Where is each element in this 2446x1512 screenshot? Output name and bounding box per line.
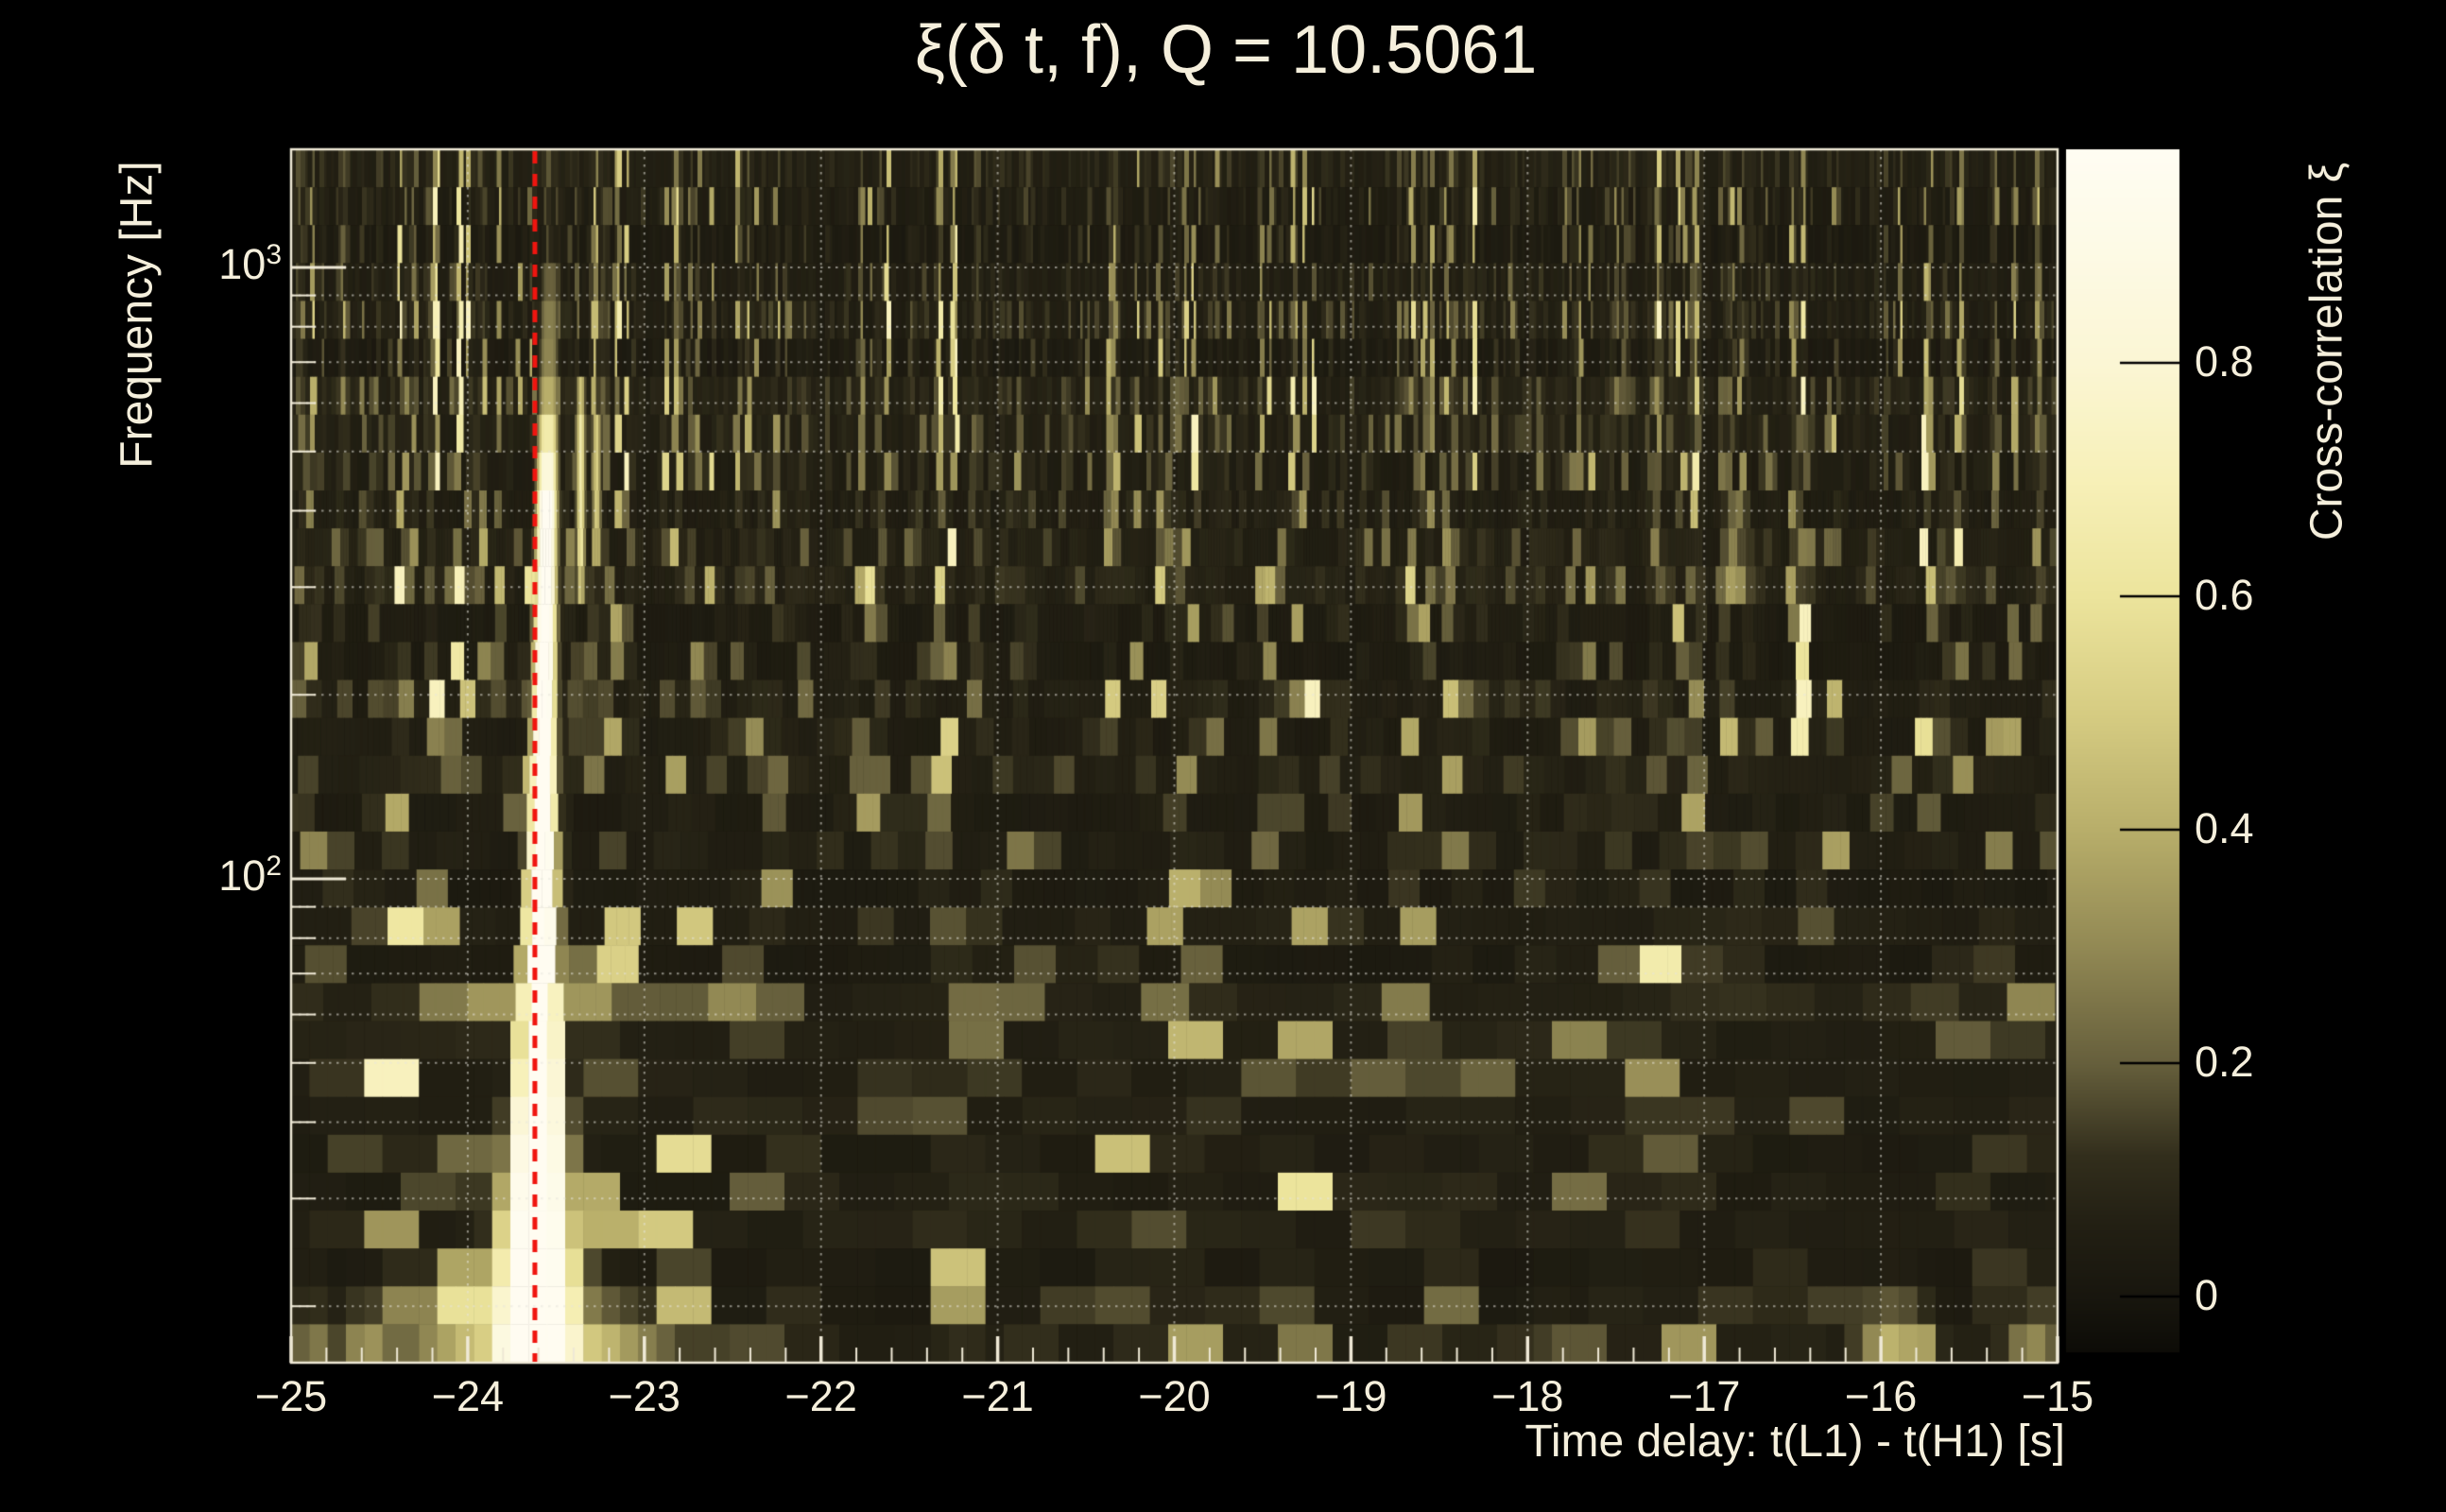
cross-correlation-heatmap-canvas: [0, 0, 2446, 1512]
colorbar-tick-label: 0: [2195, 1271, 2219, 1319]
x-tick-label: −25: [254, 1372, 328, 1420]
colorbar-label: Cross-correlation ξ: [2301, 162, 2352, 541]
x-tick-label: −21: [961, 1372, 1034, 1420]
y-tick-label: 102: [218, 850, 282, 900]
y-tick-label: 103: [218, 239, 282, 288]
x-tick-label: −20: [1138, 1372, 1211, 1420]
x-tick-label: −15: [2021, 1372, 2094, 1420]
colorbar-tick-label: 0.6: [2195, 571, 2254, 619]
colorbar-tick-label: 0.8: [2195, 337, 2254, 386]
x-axis-label: Time delay: t(L1) - t(H1) [s]: [1524, 1417, 2065, 1467]
colorbar-tick-label: 0.2: [2195, 1038, 2254, 1086]
x-tick-label: −24: [431, 1372, 505, 1420]
y-axis-label: Frequency [Hz]: [112, 161, 163, 469]
x-tick-label: −18: [1491, 1372, 1564, 1420]
x-tick-label: −16: [1844, 1372, 1918, 1420]
figure-page: { "title": "ξ(δ t, f), Q = 10.5061", "ax…: [0, 0, 2446, 1512]
x-tick-label: −17: [1668, 1372, 1741, 1420]
plot-title: ξ(δ t, f), Q = 10.5061: [914, 12, 1538, 88]
x-tick-label: −23: [608, 1372, 680, 1420]
colorbar-tick-label: 0.4: [2195, 804, 2254, 852]
x-tick-label: −22: [784, 1372, 857, 1420]
x-tick-label: −19: [1315, 1372, 1387, 1420]
